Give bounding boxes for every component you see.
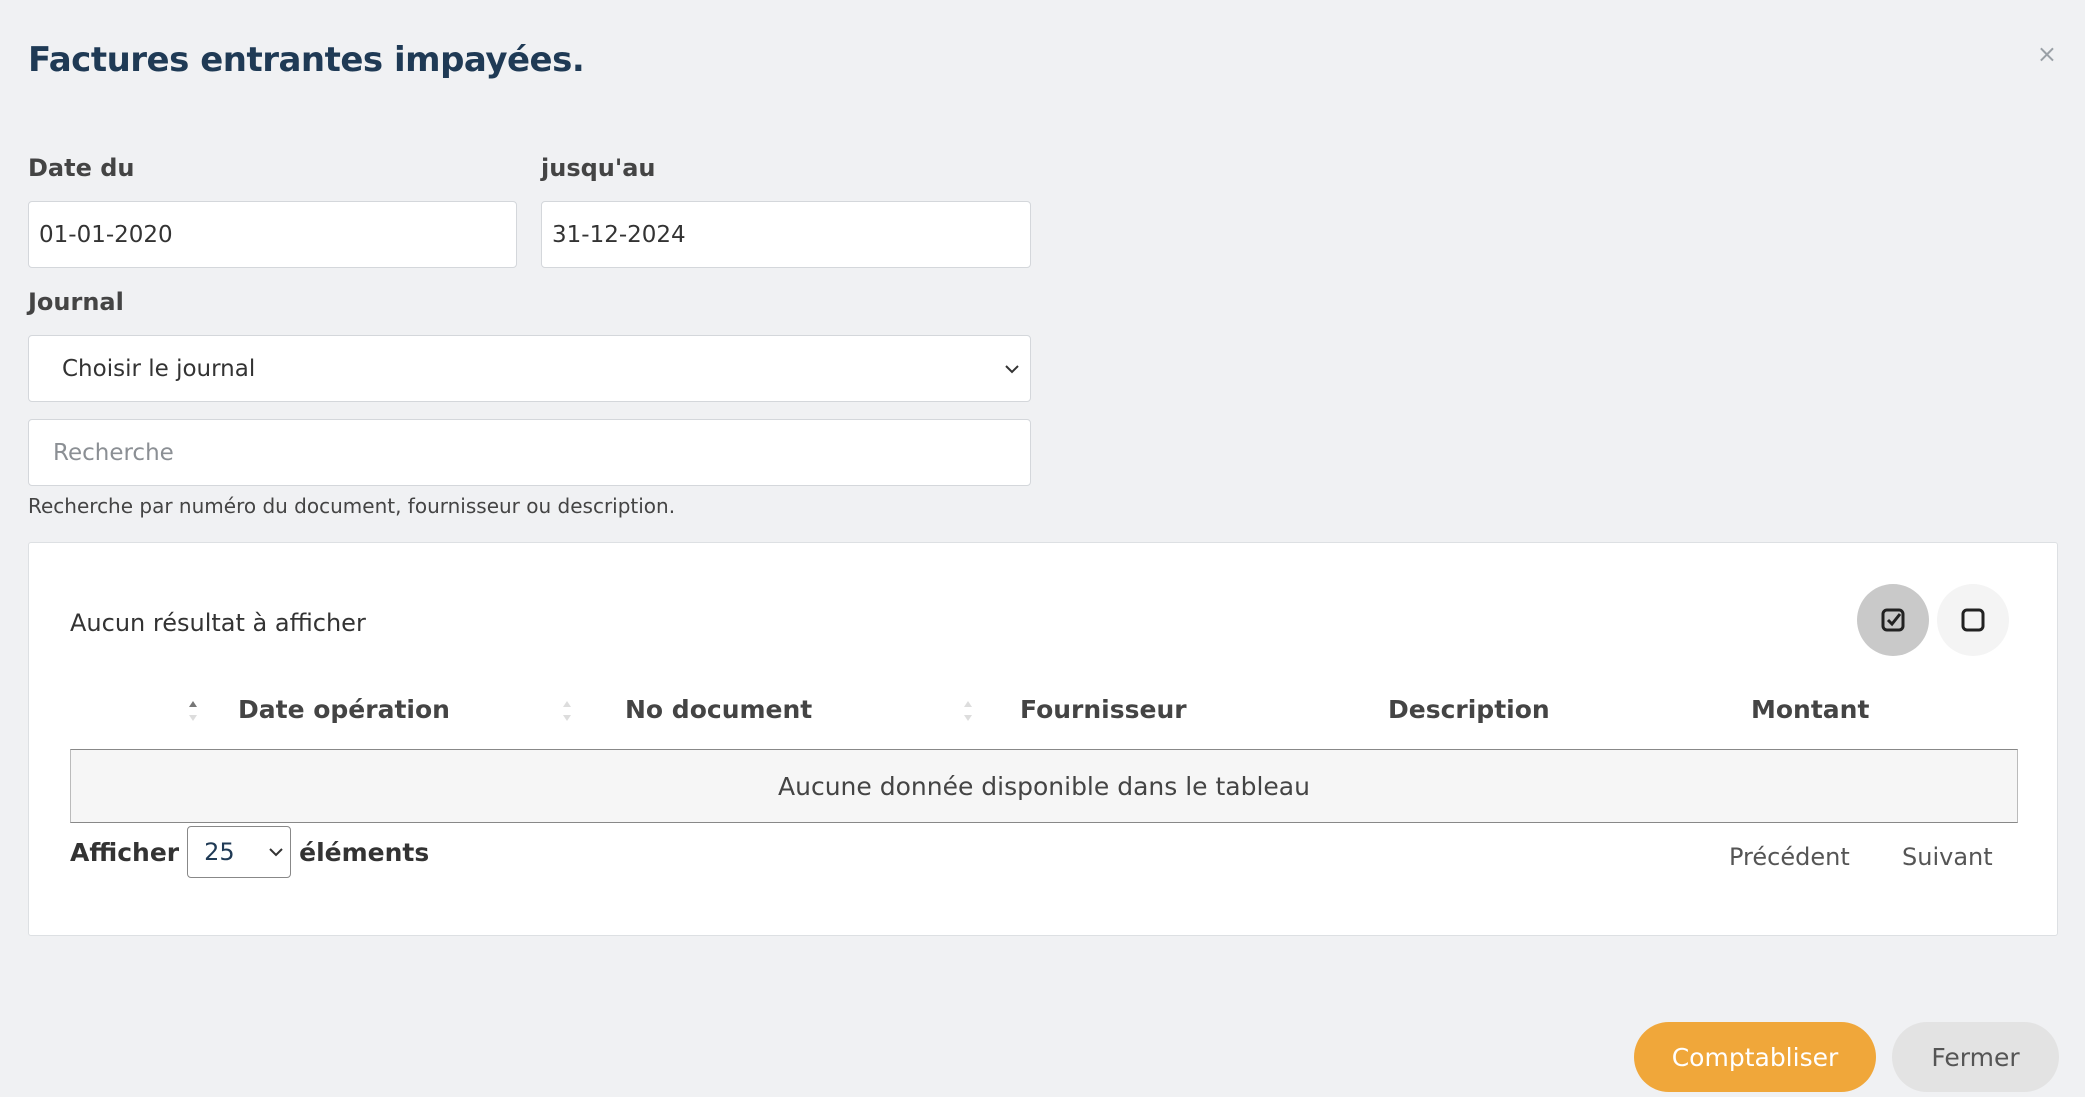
column-supplier[interactable]: Fournisseur — [1020, 695, 1187, 724]
date-to-label: jusqu'au — [541, 154, 656, 182]
modal-title: Factures entrantes impayées. — [28, 40, 585, 80]
page-length-control: Afficher 25 éléments — [70, 825, 429, 879]
column-amount[interactable]: Montant — [1751, 695, 1869, 724]
search-placeholder: Recherche — [53, 439, 174, 466]
search-help-text: Recherche par numéro du document, fourni… — [28, 494, 676, 518]
page-length-value: 25 — [204, 838, 235, 866]
journal-selected-value: Choisir le journal — [62, 355, 256, 382]
results-panel: Aucun résultat à afficher Date opération… — [28, 542, 2058, 936]
column-date-operation[interactable]: Date opération — [238, 695, 450, 724]
results-status: Aucun résultat à afficher — [70, 609, 366, 637]
elements-label: éléments — [299, 837, 430, 867]
sort-icon[interactable] — [562, 697, 572, 725]
journal-select[interactable]: Choisir le journal — [28, 335, 1031, 402]
check-square-icon — [1881, 608, 1905, 632]
column-no-document[interactable]: No document — [625, 695, 812, 724]
journal-label: Journal — [28, 288, 124, 316]
chevron-down-icon — [1005, 364, 1019, 373]
date-to-value: 31-12-2024 — [552, 221, 686, 248]
uncheck-all-button[interactable] — [1937, 584, 2009, 656]
search-input[interactable]: Recherche — [28, 419, 1031, 486]
square-icon — [1961, 608, 1985, 632]
chevron-down-icon — [269, 848, 283, 857]
date-to-input[interactable]: 31-12-2024 — [541, 201, 1031, 268]
date-from-label: Date du — [28, 154, 135, 182]
close-icon[interactable]: × — [2037, 42, 2057, 66]
next-page-button[interactable]: Suivant — [1902, 843, 1993, 871]
column-description[interactable]: Description — [1388, 695, 1550, 724]
page-length-select[interactable]: 25 — [187, 826, 292, 878]
date-from-input[interactable]: 01-01-2020 — [28, 201, 517, 268]
close-button[interactable]: Fermer — [1892, 1022, 2059, 1092]
table-header: Date opération No document Fournisseur D… — [70, 687, 2018, 737]
table-empty-row: Aucune donnée disponible dans le tableau — [70, 749, 2018, 823]
sort-icon[interactable] — [963, 697, 973, 725]
check-all-button[interactable] — [1857, 584, 1929, 656]
post-button[interactable]: Comptabliser — [1634, 1022, 1876, 1092]
show-label: Afficher — [70, 837, 180, 867]
unpaid-invoices-modal: Factures entrantes impayées. × Date du 0… — [0, 0, 2085, 1097]
date-from-value: 01-01-2020 — [39, 221, 173, 248]
sort-icon[interactable] — [188, 697, 198, 725]
previous-page-button[interactable]: Précédent — [1729, 843, 1850, 871]
